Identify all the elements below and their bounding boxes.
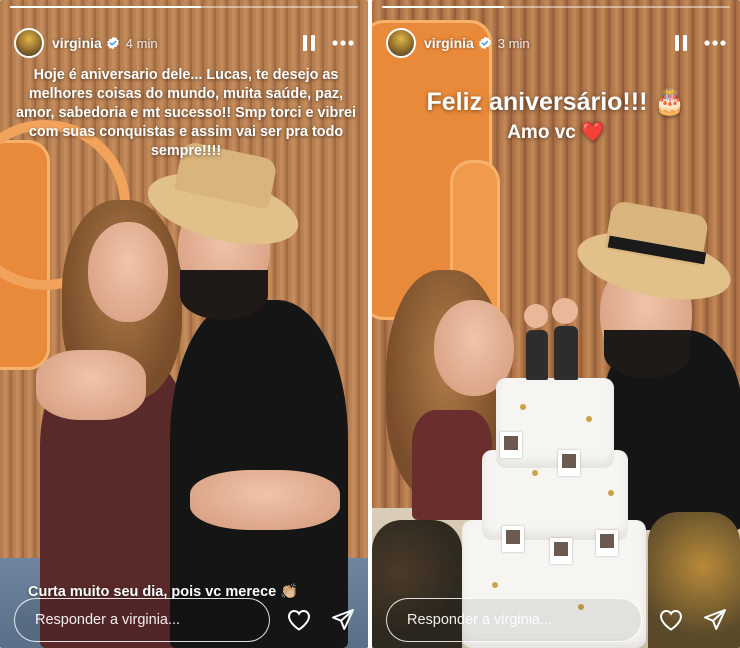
username[interactable]: virginia: [424, 35, 474, 51]
gold-leaf: [492, 582, 498, 588]
pause-button[interactable]: [668, 30, 694, 56]
story-progress-bar: [10, 6, 358, 8]
woman-figure: [412, 410, 492, 520]
username[interactable]: virginia: [52, 35, 102, 51]
cake-topper-figurine: [554, 326, 578, 380]
woman-face: [88, 222, 168, 322]
reply-input[interactable]: Responder a virginia...: [386, 598, 642, 642]
avatar[interactable]: [386, 28, 416, 58]
cake-photo: [596, 530, 618, 556]
gold-leaf: [520, 404, 526, 410]
verified-badge-icon: [478, 36, 491, 50]
verified-badge-icon: [106, 36, 119, 50]
send-button[interactable]: [700, 605, 730, 635]
post-time: 3 min: [497, 35, 530, 51]
more-options-icon: [332, 40, 354, 46]
cake-photo: [500, 432, 522, 458]
story-right[interactable]: virginia 3 min Feliz aniversário!!! 🎂 Am…: [372, 0, 740, 648]
more-options-icon: [704, 40, 726, 46]
story-header: virginia 3 min: [386, 26, 728, 60]
cake-topper-head: [552, 298, 578, 324]
post-time: 4 min: [125, 35, 158, 51]
cake-photo: [558, 450, 580, 476]
send-button[interactable]: [328, 605, 358, 635]
story-header: virginia 4 min: [14, 26, 356, 60]
more-options-button[interactable]: [330, 30, 356, 56]
story-title: Feliz aniversário!!! 🎂: [426, 88, 686, 116]
cake-topper-head: [524, 304, 548, 328]
reply-bar: Responder a virginia...: [386, 598, 730, 642]
gold-leaf: [586, 416, 592, 422]
more-options-button[interactable]: [702, 30, 728, 56]
heart-icon: [287, 609, 311, 631]
story-caption: Hoje é aniversario dele... Lucas, te des…: [16, 67, 356, 159]
story-progress-fill: [10, 6, 202, 8]
story-progress-bar: [382, 6, 730, 8]
gold-leaf: [532, 470, 538, 476]
man-beard: [604, 330, 690, 378]
story-subtitle: Amo vc ❤️: [507, 122, 605, 143]
send-icon: [332, 609, 354, 630]
heart-icon: [659, 609, 683, 631]
pause-icon: [675, 35, 687, 51]
gold-leaf: [608, 490, 614, 496]
avatar[interactable]: [14, 28, 44, 58]
pause-icon: [303, 35, 315, 51]
reply-input[interactable]: Responder a virginia...: [14, 598, 270, 642]
pause-button[interactable]: [296, 30, 322, 56]
story-left[interactable]: virginia 4 min Hoje é aniversario dele..…: [0, 0, 368, 648]
like-button[interactable]: [656, 605, 686, 635]
reply-bar: Responder a virginia...: [14, 598, 358, 642]
man-beard: [180, 270, 268, 320]
cake-topper-figurine: [526, 330, 548, 380]
like-button[interactable]: [284, 605, 314, 635]
cake-photo: [550, 538, 572, 564]
send-icon: [704, 609, 726, 630]
woman-arm: [36, 350, 146, 420]
man-arm: [190, 470, 340, 530]
story-progress-fill: [382, 6, 504, 8]
cake-photo: [502, 526, 524, 552]
